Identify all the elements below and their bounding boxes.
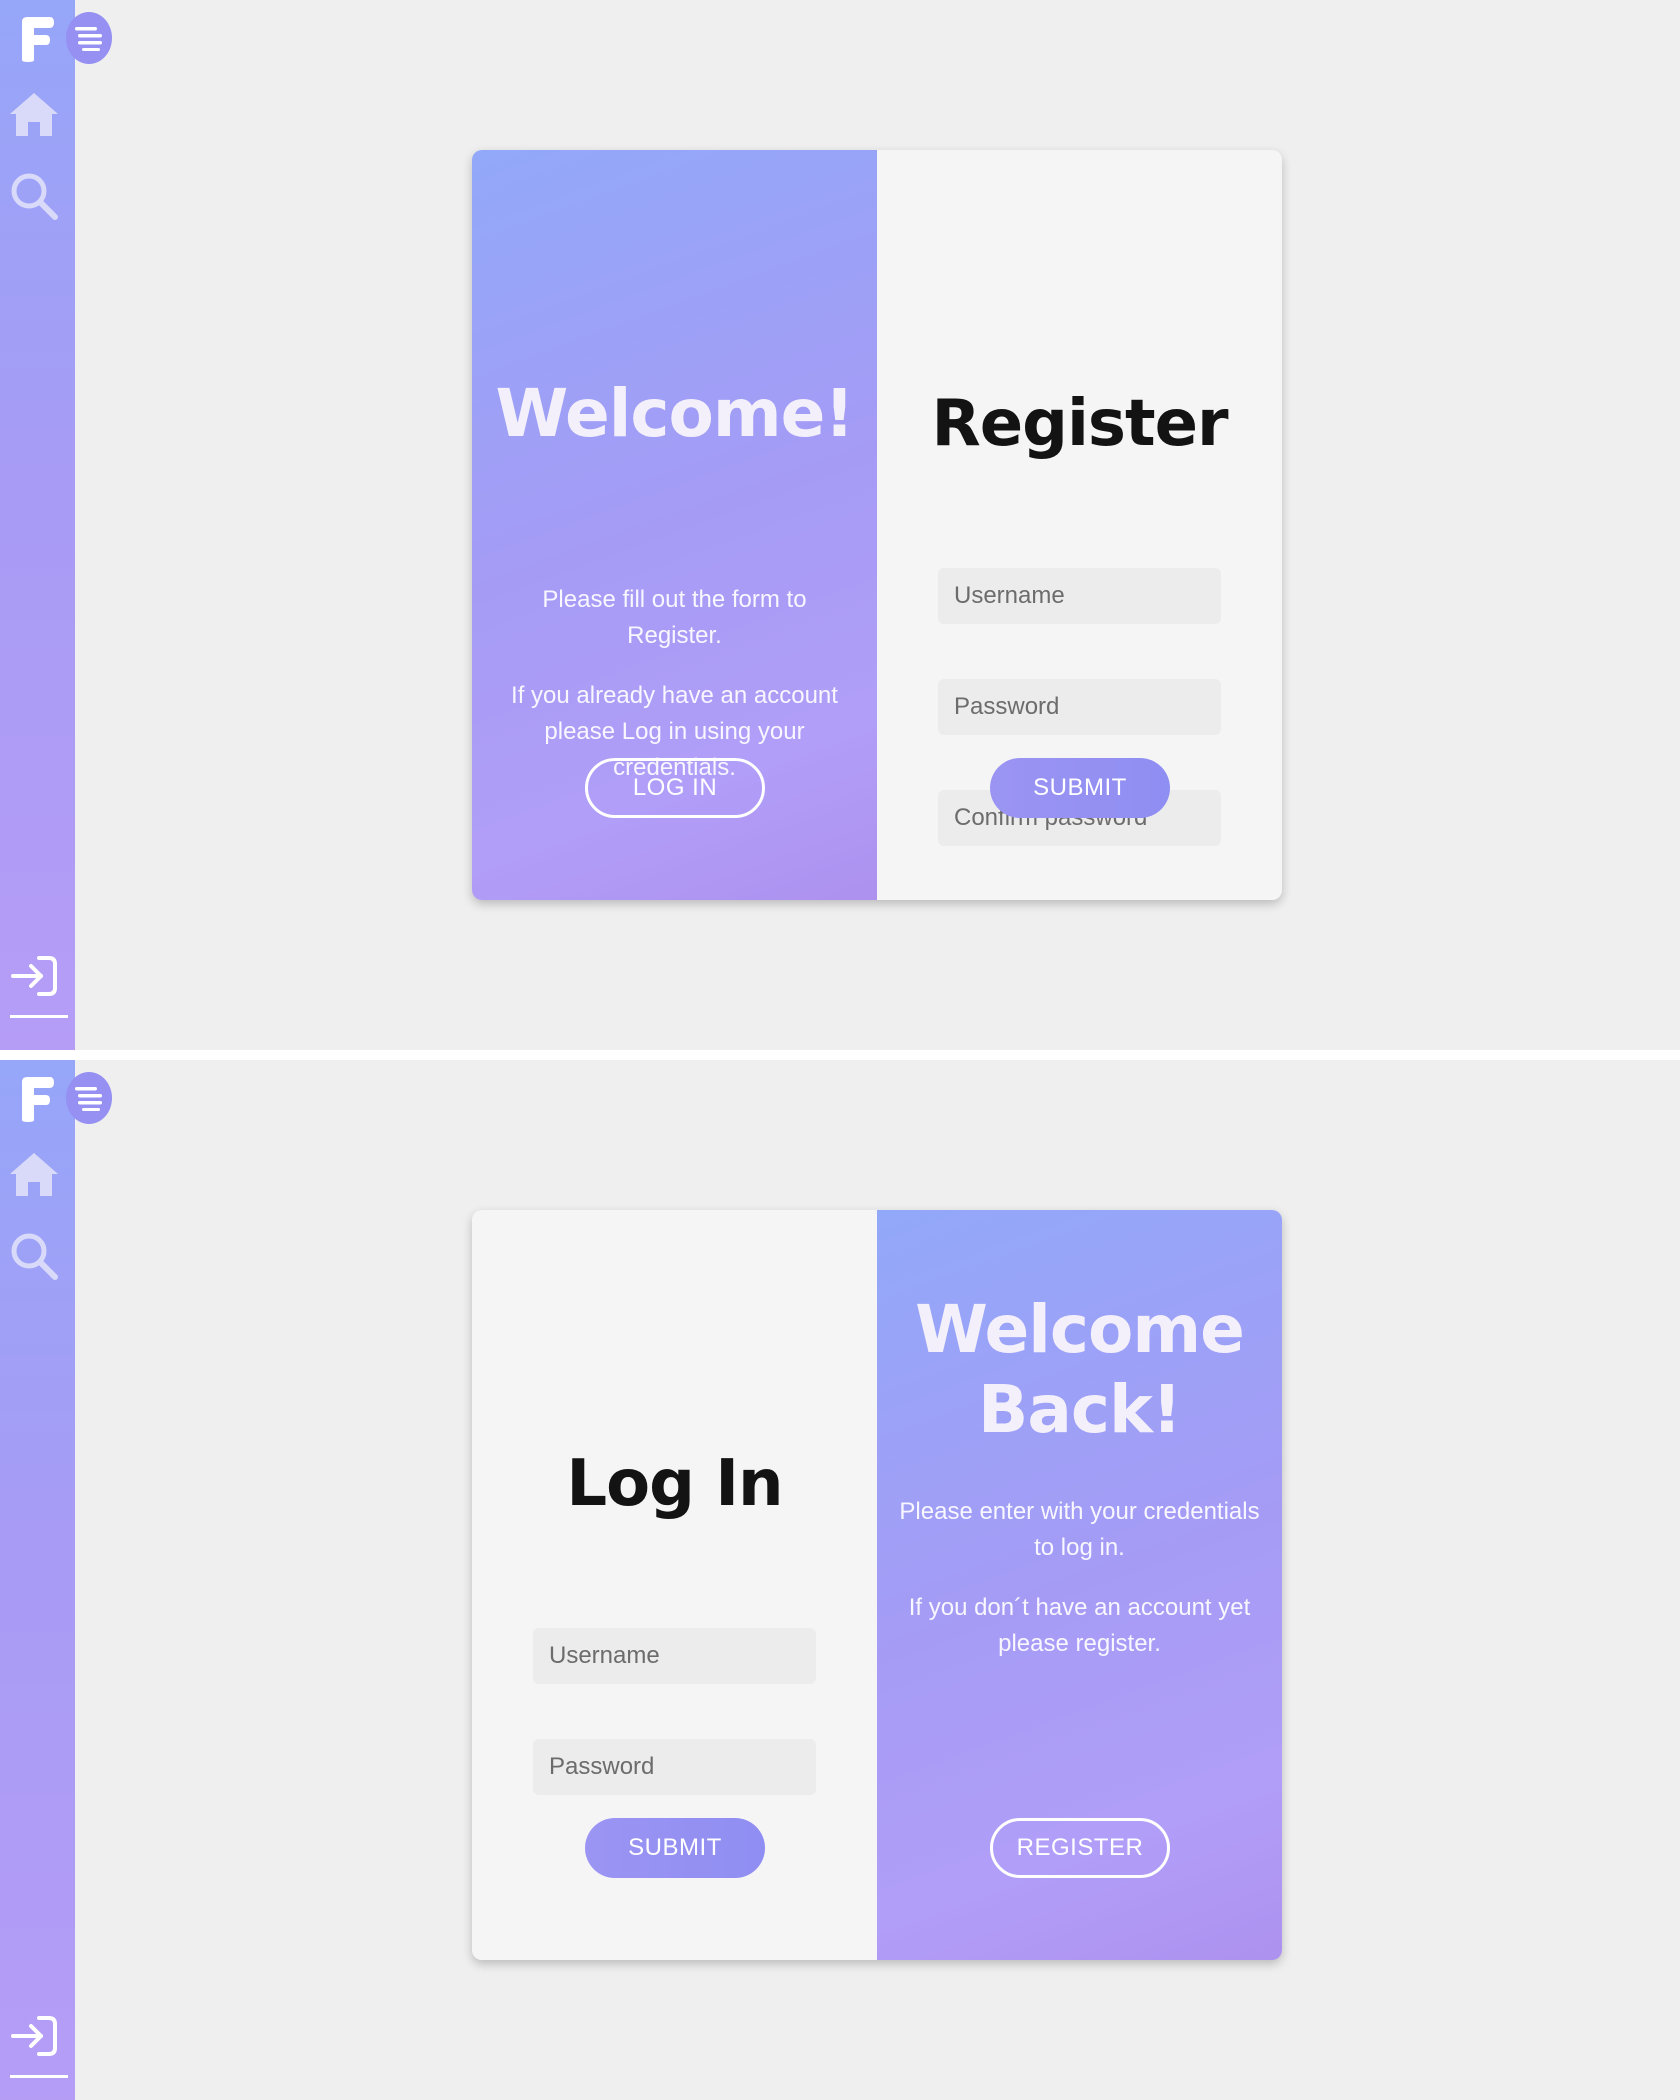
nav-search[interactable] — [8, 170, 60, 222]
register-screen: Welcome! Please fill out the form to Reg… — [0, 0, 1680, 1050]
welcome-title: Welcome! — [495, 375, 855, 452]
welcome-panel: Welcome! Please fill out the form to Reg… — [472, 150, 877, 900]
menu-toggle-button[interactable] — [66, 12, 112, 64]
login-screen: Log In SUBMIT Welcome Back! Please enter… — [0, 1060, 1680, 2100]
active-indicator — [10, 2075, 68, 2078]
nav-login[interactable] — [8, 950, 60, 1002]
login-card: Log In SUBMIT Welcome Back! Please enter… — [472, 1210, 1282, 1960]
register-form-panel: Register SUBMIT — [877, 150, 1282, 900]
username-field[interactable] — [938, 568, 1221, 624]
welcome-text: Please fill out the form to Register. — [542, 586, 807, 649]
logo-f-icon — [22, 17, 54, 62]
nav-login[interactable] — [8, 2010, 60, 2062]
username-field[interactable] — [533, 1628, 816, 1684]
login-icon — [11, 956, 57, 996]
password-field[interactable] — [533, 1739, 816, 1795]
register-title: Register — [931, 387, 1228, 461]
sidebar — [0, 1060, 112, 2100]
welcome-back-title-line1: Welcome — [915, 1291, 1245, 1368]
welcome-back-title-line2: Back! — [978, 1371, 1182, 1448]
menu-icon — [75, 1087, 102, 1111]
welcome-back-subtext: If you don´t have an account yet please … — [908, 1594, 1251, 1657]
register-card: Welcome! Please fill out the form to Reg… — [472, 150, 1282, 900]
nav-home[interactable] — [8, 1148, 60, 1200]
search-icon — [11, 173, 58, 220]
menu-icon — [75, 27, 102, 51]
nav-search[interactable] — [8, 1230, 60, 1282]
welcome-back-panel: Welcome Back! Please enter with your cre… — [877, 1210, 1282, 1960]
nav-home[interactable] — [8, 88, 60, 140]
login-switch-button[interactable]: LOG IN — [585, 758, 765, 818]
home-icon — [10, 1153, 58, 1196]
search-icon — [11, 1233, 58, 1280]
menu-toggle-button[interactable] — [66, 1072, 112, 1124]
submit-button[interactable]: SUBMIT — [585, 1818, 765, 1878]
submit-button[interactable]: SUBMIT — [990, 758, 1170, 818]
home-icon — [10, 93, 58, 136]
register-switch-button[interactable]: REGISTER — [990, 1818, 1170, 1878]
login-title: Log In — [566, 1447, 783, 1521]
login-form-panel: Log In SUBMIT — [472, 1210, 877, 1960]
password-field[interactable] — [938, 679, 1221, 735]
login-icon — [11, 2016, 57, 2056]
active-indicator — [10, 1015, 68, 1018]
sidebar — [0, 0, 112, 1050]
welcome-back-text: Please enter with your credentials to lo… — [899, 1498, 1260, 1561]
logo-f-icon — [22, 1077, 54, 1122]
